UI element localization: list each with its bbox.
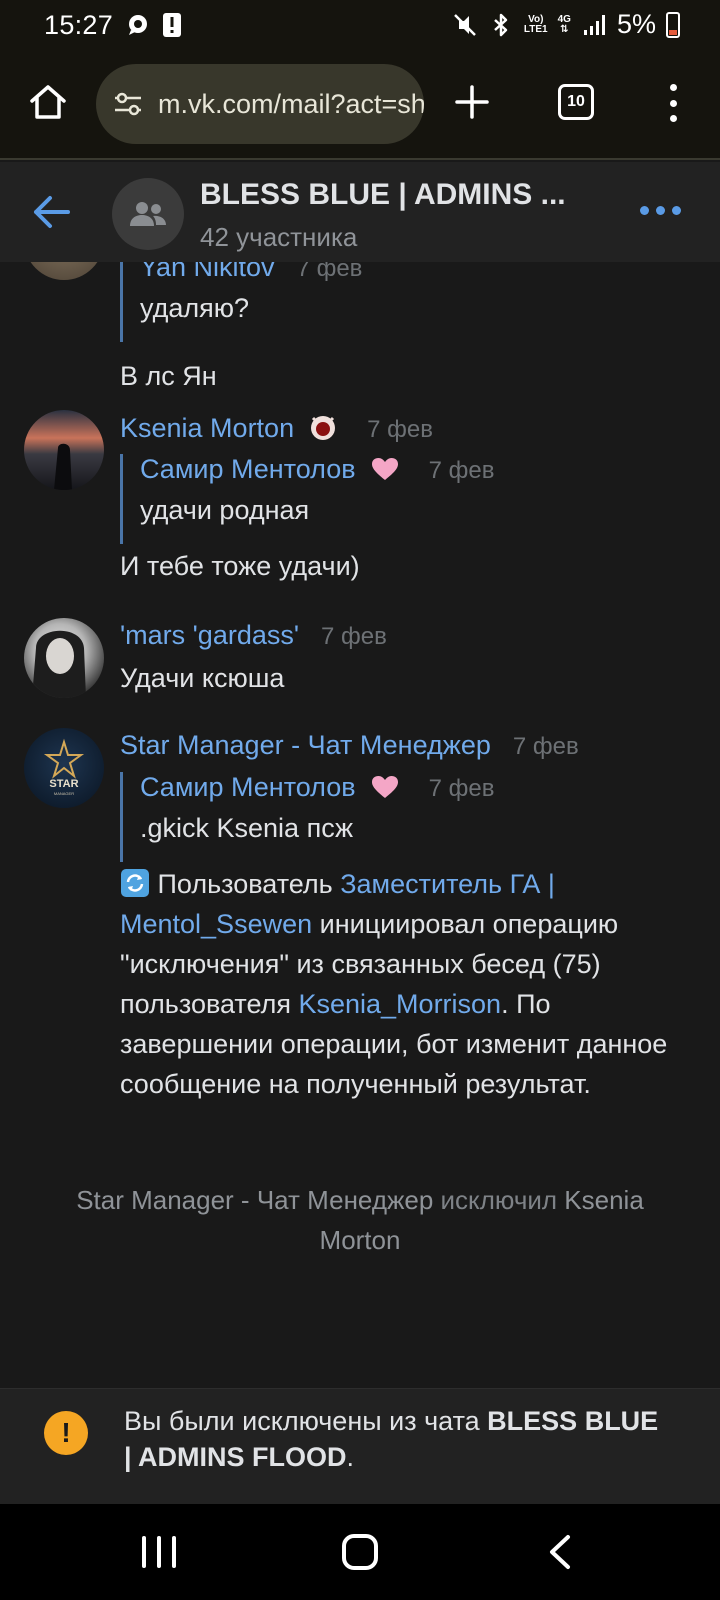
reply-quote[interactable]: Самир Ментолов 7 фев .gkick Ksenia псж [120, 772, 495, 862]
svg-text:MANAGER: MANAGER [54, 791, 74, 796]
message-text: И тебе тоже удачи) [120, 551, 360, 581]
volte-indicator: Vo) LTE1 [523, 13, 548, 35]
url-text[interactable]: m.vk.com/mail?act=show&chat [158, 89, 424, 120]
person-portrait [32, 630, 86, 698]
heart-emoji-icon [372, 458, 399, 480]
reply-quote[interactable]: Самир Ментолов 7 фев удачи родная [120, 454, 495, 544]
back-nav-icon[interactable] [546, 1534, 574, 1570]
message-text: В лс Ян [120, 361, 217, 391]
notification-icons [126, 12, 182, 38]
author-avatar[interactable]: STAR MANAGER [24, 728, 104, 808]
star-logo-icon: STAR MANAGER [43, 738, 85, 796]
home-icon[interactable] [28, 82, 68, 122]
quote-author: Самир Ментолов 7 фев [140, 772, 495, 802]
warning-icon: ! [44, 1411, 88, 1455]
quote-author: Самир Ментолов 7 фев [140, 454, 495, 484]
user-link-ksenia[interactable]: Ksenia_Morrison [298, 989, 501, 1019]
bluetooth-icon [494, 13, 508, 36]
home-nav-icon[interactable] [342, 1534, 378, 1570]
heart-emoji-icon [372, 776, 399, 798]
sticker-icon [310, 416, 335, 440]
author-avatar[interactable] [24, 618, 104, 698]
battery-percent: 5% [616, 9, 656, 39]
chat-title[interactable]: BLESS BLUE | ADMINS ... [200, 178, 600, 212]
message-text: Пользователь Заместитель ГА | Mentol_Sse… [120, 869, 668, 1099]
browser-menu-icon[interactable] [668, 84, 678, 122]
data-type-indicator: 4G ⇅ [557, 13, 571, 35]
status-right: Vo) LTE1 4G ⇅ 5% [452, 9, 680, 40]
back-arrow-icon[interactable] [30, 192, 72, 232]
author-name[interactable]: Star Manager - Чат Менеджер 7 фев [120, 730, 579, 761]
browser-toolbar: m.vk.com/mail?act=show&chat 10 [0, 52, 720, 160]
signal-icon [583, 14, 605, 35]
reply-quote[interactable]: Yan Nikitov 7 фев удаляю? [120, 262, 362, 342]
message-list[interactable]: Yan Nikitov 7 фев удаляю? В лс Ян Ksenia … [0, 262, 720, 1386]
url-bar[interactable]: m.vk.com/mail?act=show&chat [96, 64, 424, 144]
battery-icon [666, 11, 680, 38]
tabs-button[interactable]: 10 [558, 84, 594, 120]
chat-avatar[interactable] [112, 178, 184, 250]
chat-header: BLESS BLUE | ADMINS ... 42 участника [0, 162, 720, 262]
person-silhouette [54, 443, 72, 490]
mute-icon [454, 13, 476, 36]
data-arrows-icon: ⇅ [560, 23, 569, 35]
message-text: Удачи ксюша [120, 663, 285, 693]
group-icon [130, 202, 166, 226]
author-name[interactable]: 'mars 'gardass' 7 фев [120, 620, 387, 651]
quote-text: удаляю? [140, 293, 250, 323]
alert-notification-icon [163, 13, 181, 37]
system-message: Star Manager - Чат Менеджер исключил Kse… [76, 1185, 644, 1255]
status-time: 15:27 [44, 10, 114, 40]
system-actor[interactable]: Star Manager - Чат Менеджер [76, 1185, 433, 1215]
svg-text:STAR: STAR [49, 778, 78, 790]
quote-text: .gkick Ksenia псж [140, 813, 354, 843]
site-settings-icon[interactable] [112, 88, 144, 120]
new-tab-icon[interactable] [452, 82, 492, 122]
system-nav-bar [0, 1504, 720, 1600]
quote-author: Yan Nikitov 7 фев [140, 262, 363, 282]
chat-notification-icon [129, 15, 147, 35]
quote-text: удачи родная [140, 495, 310, 525]
status-bar: 15:27 Vo) LTE1 4G ⇅ 5% [0, 0, 720, 52]
refresh-emoji-icon [121, 869, 149, 897]
more-options-icon[interactable] [640, 206, 681, 215]
recents-icon[interactable] [142, 1536, 176, 1568]
author-avatar[interactable] [24, 410, 104, 490]
banner-text: Вы были исключены из чата BLESS BLUE | A… [124, 1406, 659, 1472]
kicked-banner: ! Вы были исключены из чата BLESS BLUE |… [0, 1388, 720, 1504]
members-count[interactable]: 42 участника [200, 222, 357, 253]
author-avatar[interactable] [24, 262, 104, 280]
author-name[interactable]: Ksenia Morton 7 фев [120, 412, 433, 444]
